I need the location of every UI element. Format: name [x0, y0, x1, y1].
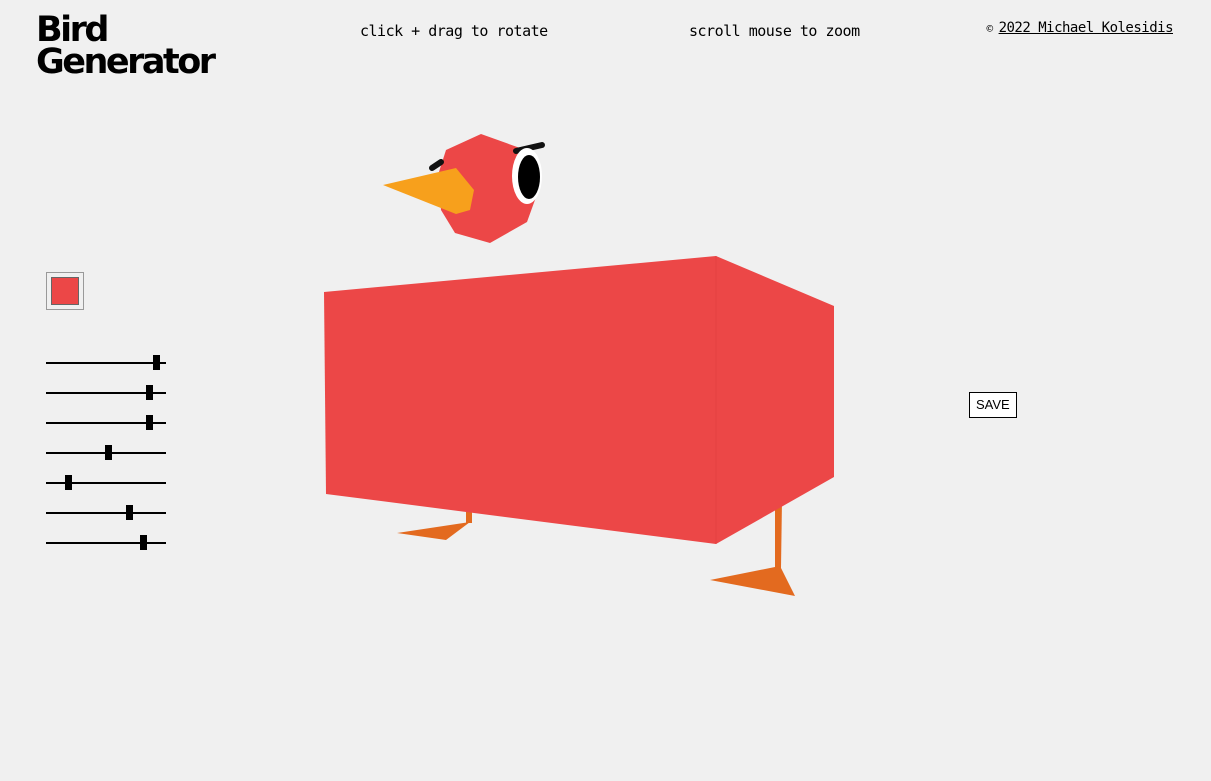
- slider-thumb[interactable]: [146, 385, 154, 400]
- save-button[interactable]: SAVE: [969, 392, 1017, 418]
- bird-body: [324, 256, 834, 544]
- bird-front-foot: [710, 566, 795, 596]
- bird-front-leg: [775, 500, 782, 568]
- bird-back-foot: [397, 522, 470, 540]
- parameter-sliders: [46, 348, 166, 558]
- slider-track: [46, 362, 166, 364]
- slider-track: [46, 512, 166, 514]
- bird-beak: [383, 168, 474, 214]
- body-color-preview: [51, 277, 79, 305]
- slider-thumb[interactable]: [105, 445, 113, 460]
- bird-eye-pupil: [518, 155, 540, 199]
- slider-thumb[interactable]: [153, 355, 161, 370]
- parameter-slider-2[interactable]: [46, 378, 166, 408]
- slider-track: [46, 542, 166, 544]
- parameter-slider-5[interactable]: [46, 468, 166, 498]
- body-color-picker[interactable]: [46, 272, 84, 310]
- parameter-slider-6[interactable]: [46, 498, 166, 528]
- parameter-slider-3[interactable]: [46, 408, 166, 438]
- parameter-slider-7[interactable]: [46, 528, 166, 558]
- slider-thumb[interactable]: [125, 505, 133, 520]
- parameter-slider-4[interactable]: [46, 438, 166, 468]
- bird-eyebrow-left: [429, 159, 444, 171]
- slider-thumb[interactable]: [146, 415, 154, 430]
- bird-3d-canvas[interactable]: [0, 0, 1211, 781]
- parameter-slider-1[interactable]: [46, 348, 166, 378]
- slider-thumb[interactable]: [140, 535, 148, 550]
- slider-thumb[interactable]: [64, 475, 72, 490]
